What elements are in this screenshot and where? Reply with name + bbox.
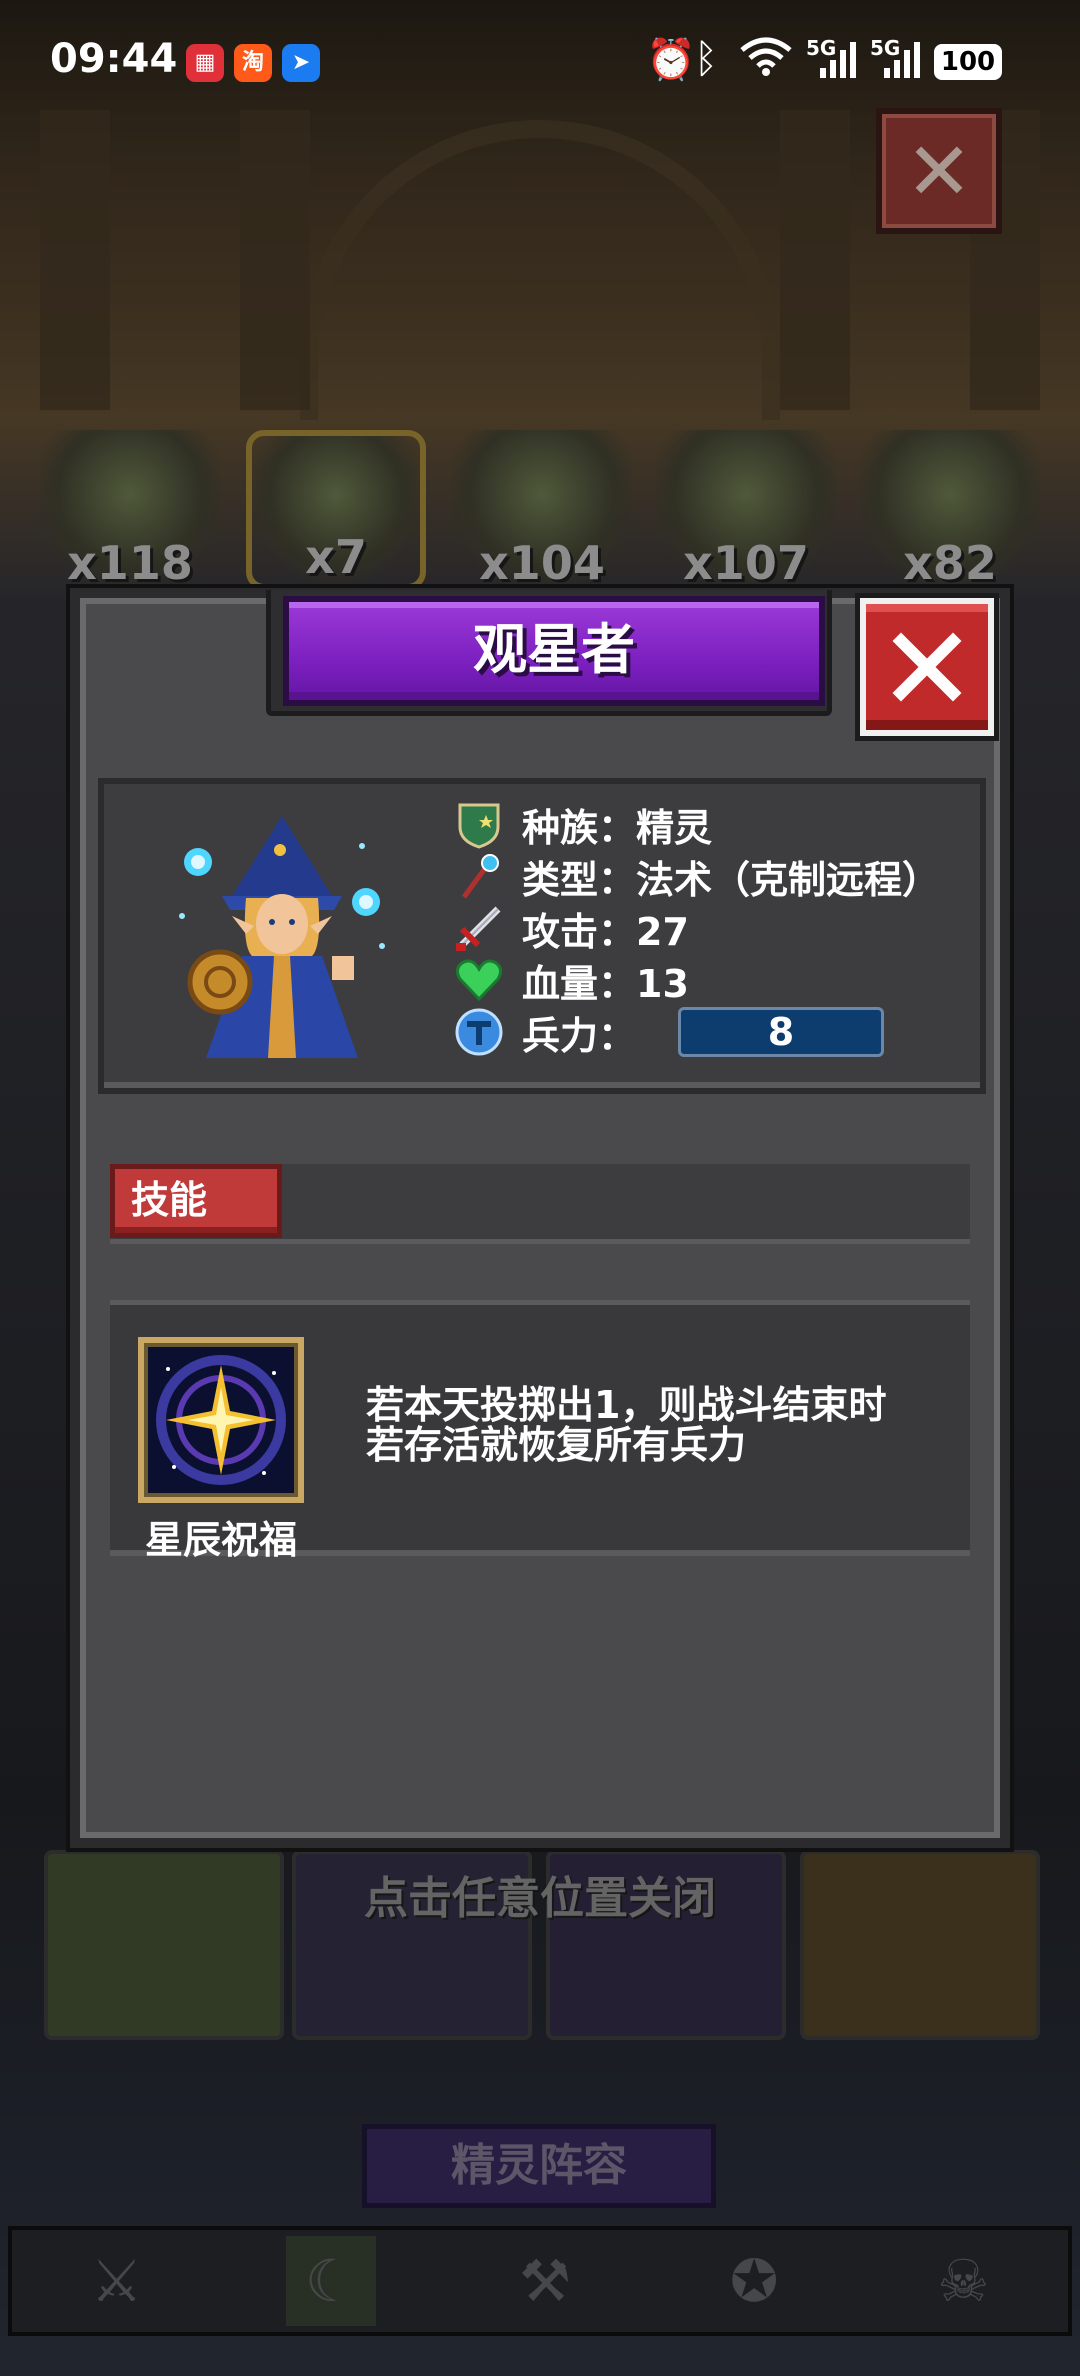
elf-crest-icon [454, 799, 504, 849]
alarm-icon: ⏰ [646, 37, 696, 83]
background-close-icon[interactable]: ✕ [876, 108, 1002, 234]
stat-hp: 血量：13 [454, 954, 689, 1006]
unit-title: 观星者 [283, 596, 825, 706]
type-label: 类型：法术（克制远程） [522, 857, 941, 902]
status-time: 09:44 [50, 36, 178, 82]
magic-staff-icon [454, 851, 504, 901]
skill-description: 若本天投掷出1，则战斗结束时 若存活就恢复所有兵力 [366, 1385, 946, 1465]
signal-5g-icon: 5G [870, 36, 922, 90]
battery-indicator: 100 [934, 44, 1002, 80]
unit-detail-modal: 观星者 种族：精灵 类型：法术（克制远程） 攻击：27 血量：13 兵力： 8 … [70, 588, 1010, 1848]
share-icon: ➤ [282, 44, 320, 82]
skill-description-line: 若本天投掷出1，则战斗结束时 [366, 1383, 887, 1427]
stat-race: 种族：精灵 [454, 798, 712, 850]
sword-icon [454, 903, 504, 953]
signal-5g-label: 5G [870, 36, 901, 60]
taobao-icon: 淘 [234, 44, 272, 82]
skill-tab[interactable]: 技能 [110, 1164, 282, 1238]
heart-icon [454, 955, 504, 1005]
attack-label: 攻击：27 [522, 909, 689, 954]
stat-troops: 兵力： 8 [454, 1006, 885, 1058]
close-icon [892, 632, 962, 702]
close-button[interactable] [855, 593, 999, 741]
app-icon-a: ▦ [186, 44, 224, 82]
stat-type: 类型：法术（克制远程） [454, 850, 940, 902]
stat-attack: 攻击：27 [454, 902, 689, 954]
troops-label: 兵力： [522, 1013, 637, 1058]
race-label: 种族：精灵 [522, 805, 713, 850]
skill-description-line: 若存活就恢复所有兵力 [366, 1423, 747, 1467]
signal-5g-label: 5G [806, 36, 837, 60]
troops-icon [454, 1007, 504, 1057]
skill-section-header: 技能 [110, 1164, 970, 1244]
wifi-icon [740, 36, 792, 86]
star-blessing-icon [138, 1337, 304, 1503]
skill-name: 星辰祝福 [144, 1518, 297, 1562]
signal-5g-icon: 5G [806, 36, 858, 90]
stargazer-portrait [179, 816, 385, 1058]
skill-panel: 星辰祝福 若本天投掷出1，则战斗结束时 若存活就恢复所有兵力 [110, 1300, 970, 1562]
title-plate: 观星者 [266, 590, 832, 716]
bluetooth-icon: ᛒ [694, 36, 718, 82]
troops-value: 8 [678, 1007, 885, 1057]
unit-info-panel: 种族：精灵 类型：法术（克制远程） 攻击：27 血量：13 兵力： 8 [98, 778, 986, 1094]
hp-label: 血量：13 [522, 961, 689, 1006]
